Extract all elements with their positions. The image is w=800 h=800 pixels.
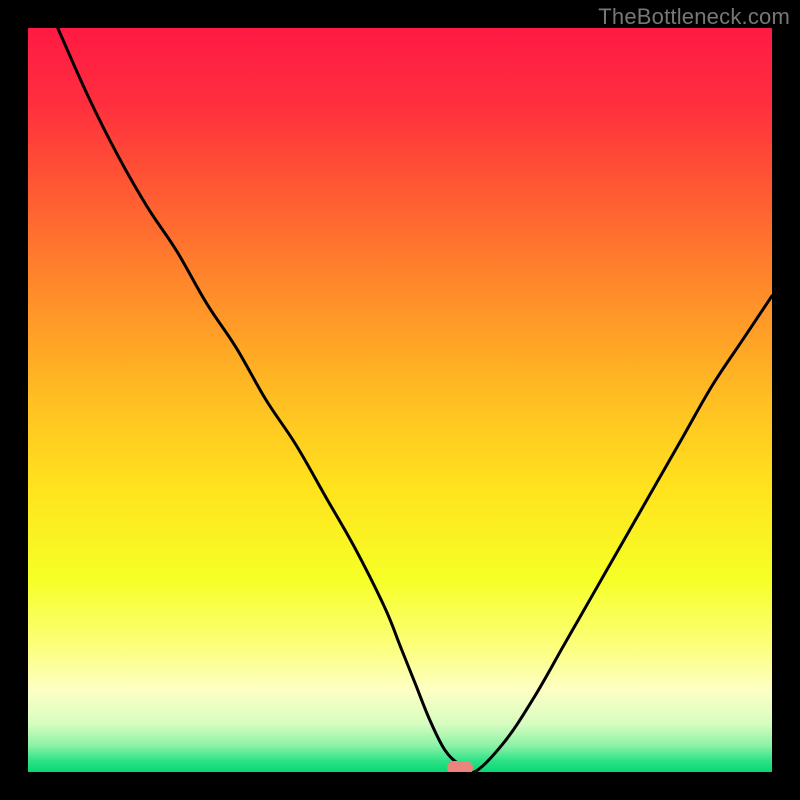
optimal-marker	[447, 761, 473, 772]
watermark-text: TheBottleneck.com	[598, 4, 790, 30]
chart-svg	[28, 28, 772, 772]
gradient-background	[28, 28, 772, 772]
plot-area	[28, 28, 772, 772]
chart-frame: TheBottleneck.com	[0, 0, 800, 800]
